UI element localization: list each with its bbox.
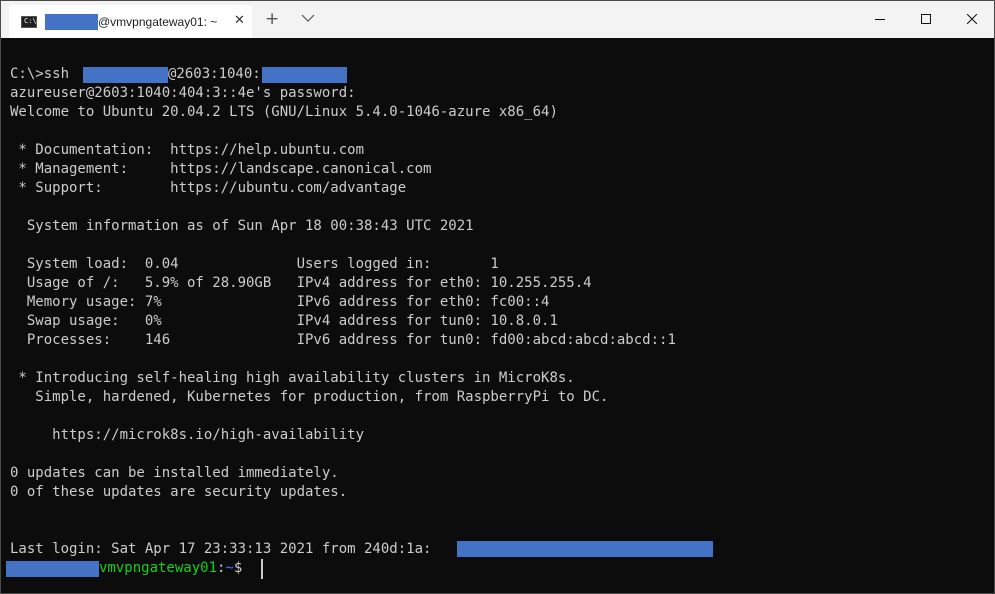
- redacted-login-address: [457, 541, 713, 557]
- sysinfo-row: System load: 0.04 Users logged in: 1: [10, 256, 499, 272]
- redacted-prompt-user: [6, 561, 99, 577]
- title-bar[interactable]: C:\ @vmvpngateway01: ~ ✕ +: [1, 1, 994, 38]
- prompt-host: vmvpngateway01: [99, 560, 218, 576]
- chevron-down-icon[interactable]: [300, 11, 316, 25]
- ssh-command-text: C:\>ssh: [10, 66, 78, 82]
- sysinfo-row: Processes: 146 IPv6 address for tun0: fd…: [10, 332, 676, 348]
- prompt-path: ~: [225, 560, 234, 576]
- redacted-username: [45, 14, 98, 30]
- password-line: azureuser@2603:1040:404:3::4e's password…: [10, 85, 356, 101]
- minimize-button[interactable]: [857, 1, 903, 38]
- prompt-symbol: $: [233, 560, 251, 576]
- maximize-icon: [921, 14, 931, 24]
- ssh-address-text: @2603:1040:: [168, 66, 261, 82]
- sysinfo-row: Usage of /: 5.9% of 28.90GB IPv4 address…: [10, 275, 592, 291]
- tab-ssh-session[interactable]: C:\ @vmvpngateway01: ~ ✕: [9, 5, 252, 38]
- close-icon: [967, 14, 977, 24]
- microk8s-line: * Introducing self-healing high availabi…: [10, 370, 575, 386]
- tab-close-icon[interactable]: ✕: [234, 13, 245, 29]
- security-updates-line: 0 of these updates are security updates.: [10, 484, 348, 500]
- last-login-line: Last login: Sat Apr 17 23:33:13 2021 fro…: [10, 541, 432, 557]
- ssh-command-line: C:\>ssh: [10, 65, 77, 84]
- tab-title: @vmvpngateway01: ~: [98, 15, 218, 29]
- sysinfo-header: System information as of Sun Apr 18 00:3…: [10, 218, 474, 234]
- doc-line: * Documentation: https://help.ubuntu.com: [10, 142, 365, 158]
- terminal-output[interactable]: C:\>ssh @2603:1040: azureuser@2603:1040:…: [1, 38, 994, 593]
- sysinfo-row: Swap usage: 0% IPv4 address for tun0: 10…: [10, 313, 558, 329]
- maximize-button[interactable]: [903, 1, 949, 38]
- welcome-line: Welcome to Ubuntu 20.04.2 LTS (GNU/Linux…: [10, 104, 558, 120]
- updates-line: 0 updates can be installed immediately.: [10, 465, 339, 481]
- terminal-window: C:\ @vmvpngateway01: ~ ✕ + C:\>ssh @2603…: [0, 0, 995, 594]
- shell-prompt: vmvpngateway01:~$: [99, 559, 251, 578]
- text-cursor: [261, 559, 263, 579]
- microk8s-line: Simple, hardened, Kubernetes for product…: [10, 389, 609, 405]
- management-line: * Management: https://landscape.canonica…: [10, 161, 432, 177]
- redacted-user: [83, 67, 168, 83]
- sysinfo-row: Memory usage: 7% IPv6 address for eth0: …: [10, 294, 550, 310]
- microk8s-link-line: https://microk8s.io/high-availability: [10, 427, 365, 443]
- terminal-icon: C:\: [21, 16, 37, 28]
- redacted-address: [262, 67, 347, 83]
- new-tab-button[interactable]: +: [265, 9, 279, 29]
- minimize-icon: [875, 19, 885, 20]
- close-button[interactable]: [949, 1, 994, 38]
- support-line: * Support: https://ubuntu.com/advantage: [10, 180, 407, 196]
- terminal-icon-glyph: C:\: [24, 17, 37, 25]
